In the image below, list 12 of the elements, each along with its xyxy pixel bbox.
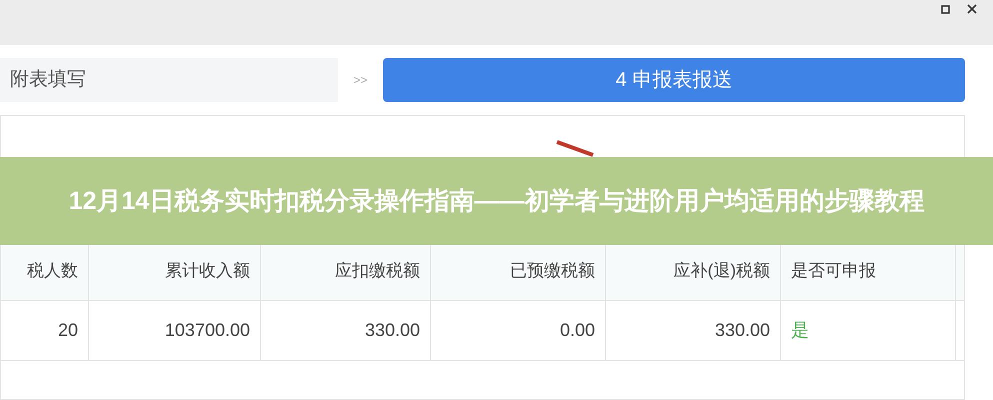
step-tab[interactable]: 4 申报表报送	[383, 58, 965, 102]
table-cell: 是	[781, 301, 956, 360]
step-separator: >>	[352, 72, 368, 89]
table-cell: 20	[1, 301, 89, 360]
table-cell: 330.00	[606, 301, 781, 360]
restore-icon[interactable]	[941, 4, 951, 14]
close-icon[interactable]	[967, 4, 977, 14]
step-tab[interactable]: 附表填写	[0, 58, 338, 102]
table-cell: 0.00	[431, 301, 606, 360]
table-cell: 330.00	[261, 301, 431, 360]
table-cell: 103700.00	[89, 301, 261, 360]
banner-title: 12月14日税务实时扣税分录操作指南——初学者与进阶用户均适用的步骤教程	[68, 186, 926, 217]
